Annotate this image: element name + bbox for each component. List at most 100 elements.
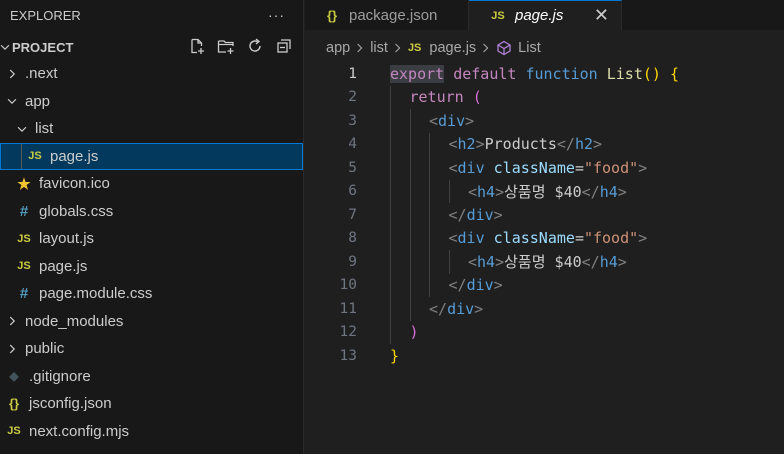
new-file-icon[interactable] (188, 37, 206, 55)
line-number: 3 (348, 112, 357, 129)
line-number: 12 (339, 324, 357, 341)
code-text: <div className="food"> (449, 229, 648, 247)
project-name: PROJECT (12, 39, 74, 55)
code-token: </ (448, 205, 467, 224)
indent-guide (409, 179, 411, 203)
breadcrumb-item[interactable]: page.js (429, 40, 476, 56)
indent-guide (429, 250, 430, 274)
close-icon[interactable]: ✕ (594, 5, 609, 26)
code-token: } (390, 346, 400, 365)
js-file-icon: JS (17, 232, 31, 245)
code-token: </ (429, 299, 448, 318)
code-token: </ (581, 182, 600, 201)
tree-item[interactable]: ★ favicon.ico (0, 170, 303, 198)
indent-guide (390, 273, 391, 297)
tree-item[interactable]: JS next.config.mjs (0, 418, 303, 446)
indent-guide (448, 179, 450, 203)
code-token: h4 (599, 182, 618, 201)
tree-item-label: page.js (39, 257, 88, 275)
breadcrumb-item[interactable]: List (518, 40, 541, 56)
indent-guide (390, 109, 391, 133)
tree-item[interactable]: node_modules (0, 308, 303, 336)
indent-guide (409, 273, 411, 297)
code-text: <div> (429, 112, 474, 130)
tree-item[interactable]: # globals.css (0, 198, 303, 226)
code-text: <div className="food"> (449, 159, 648, 177)
code-text: return ( (410, 88, 482, 106)
more-actions-icon[interactable]: ··· (268, 7, 285, 23)
code-line: 8 <div className="food"> (305, 226, 784, 250)
chevron-right-icon (9, 316, 16, 326)
code-token: 상품명 $40 (504, 182, 582, 201)
collapse-all-icon[interactable] (275, 37, 293, 55)
breadcrumb-item[interactable]: list (370, 40, 388, 56)
code-editor[interactable]: 1 export default function List() { 2 return… (305, 62, 784, 368)
tree-item[interactable]: JS layout.js (0, 225, 303, 253)
refresh-icon[interactable] (246, 37, 264, 55)
line-number: 4 (348, 136, 357, 153)
code-line: 1 export default function List() { (305, 62, 784, 86)
tab-page-js[interactable]: JS page.js ✕ (469, 0, 622, 30)
code-token: className (493, 158, 575, 177)
tree-item[interactable]: public (0, 335, 303, 363)
tree-item[interactable]: ◆ .gitignore (0, 363, 303, 391)
new-folder-icon[interactable] (217, 37, 235, 55)
line-number: 9 (348, 253, 357, 270)
breadcrumb: app list JS page.js List (305, 30, 784, 66)
tree-item-label: app (25, 92, 51, 110)
file-tree: .next app list JS page.js ★ favicon.ico # global… (0, 60, 303, 445)
chevron-right-icon (483, 43, 489, 53)
js-file-icon: JS (7, 425, 21, 438)
code-token: "food" (583, 229, 639, 248)
code-text: <h4>상품명 $40</h4> (468, 181, 627, 202)
editor-tabs: {} package.json JS page.js ✕ (305, 0, 784, 30)
breadcrumb-item[interactable]: app (326, 40, 350, 56)
code-token: </ (448, 276, 467, 295)
code-token: h4 (477, 253, 496, 272)
code-token: = (574, 229, 584, 248)
indent-guide (390, 297, 391, 321)
indent-guide (429, 179, 430, 203)
tree-item[interactable]: JS page.js (0, 142, 303, 170)
project-folder-header[interactable]: PROJECT (0, 34, 303, 60)
indent-guide (409, 226, 411, 250)
tree-item[interactable]: app (0, 88, 303, 116)
indent-guide (409, 203, 411, 227)
code-token: </ (581, 253, 600, 272)
css-file-icon: # (19, 202, 29, 220)
code-text: <h2>Products</h2> (449, 135, 603, 153)
code-line: 7 </div> (305, 203, 784, 227)
tree-item[interactable]: # page.module.css (0, 280, 303, 308)
explorer-sidebar: EXPLORER ··· PROJECT .next app list JS page.… (0, 0, 304, 454)
tree-item-label: .gitignore (29, 367, 91, 385)
code-token: "food" (583, 158, 639, 177)
code-token: ( (472, 88, 482, 107)
tree-item-label: next.config.mjs (29, 422, 130, 440)
symbol-class-icon (497, 40, 511, 56)
favicon-file-icon: ★ (17, 175, 31, 193)
tab-package-json[interactable]: {} package.json (305, 0, 469, 30)
indent-guide (390, 85, 391, 109)
code-token: > (465, 111, 475, 130)
chevron-right-icon (395, 43, 401, 53)
indent-guide (429, 132, 430, 156)
line-number: 2 (348, 89, 357, 106)
js-file-icon: JS (28, 150, 42, 163)
code-token: export (390, 64, 445, 83)
code-text: export default function List() { (390, 64, 679, 83)
chevron-down-icon (7, 99, 17, 105)
code-token: > (493, 205, 503, 224)
indent-guide (390, 226, 391, 250)
tree-item[interactable]: .next (0, 60, 303, 88)
code-token: > (593, 135, 603, 154)
tree-item-label: public (25, 340, 65, 358)
tree-item[interactable]: JS page.js (0, 253, 303, 281)
tree-item[interactable]: list (0, 115, 303, 143)
code-line: 2 return ( (305, 85, 784, 109)
js-file-icon: JS (407, 42, 422, 54)
tree-item[interactable]: {} jsconfig.json (0, 390, 303, 418)
